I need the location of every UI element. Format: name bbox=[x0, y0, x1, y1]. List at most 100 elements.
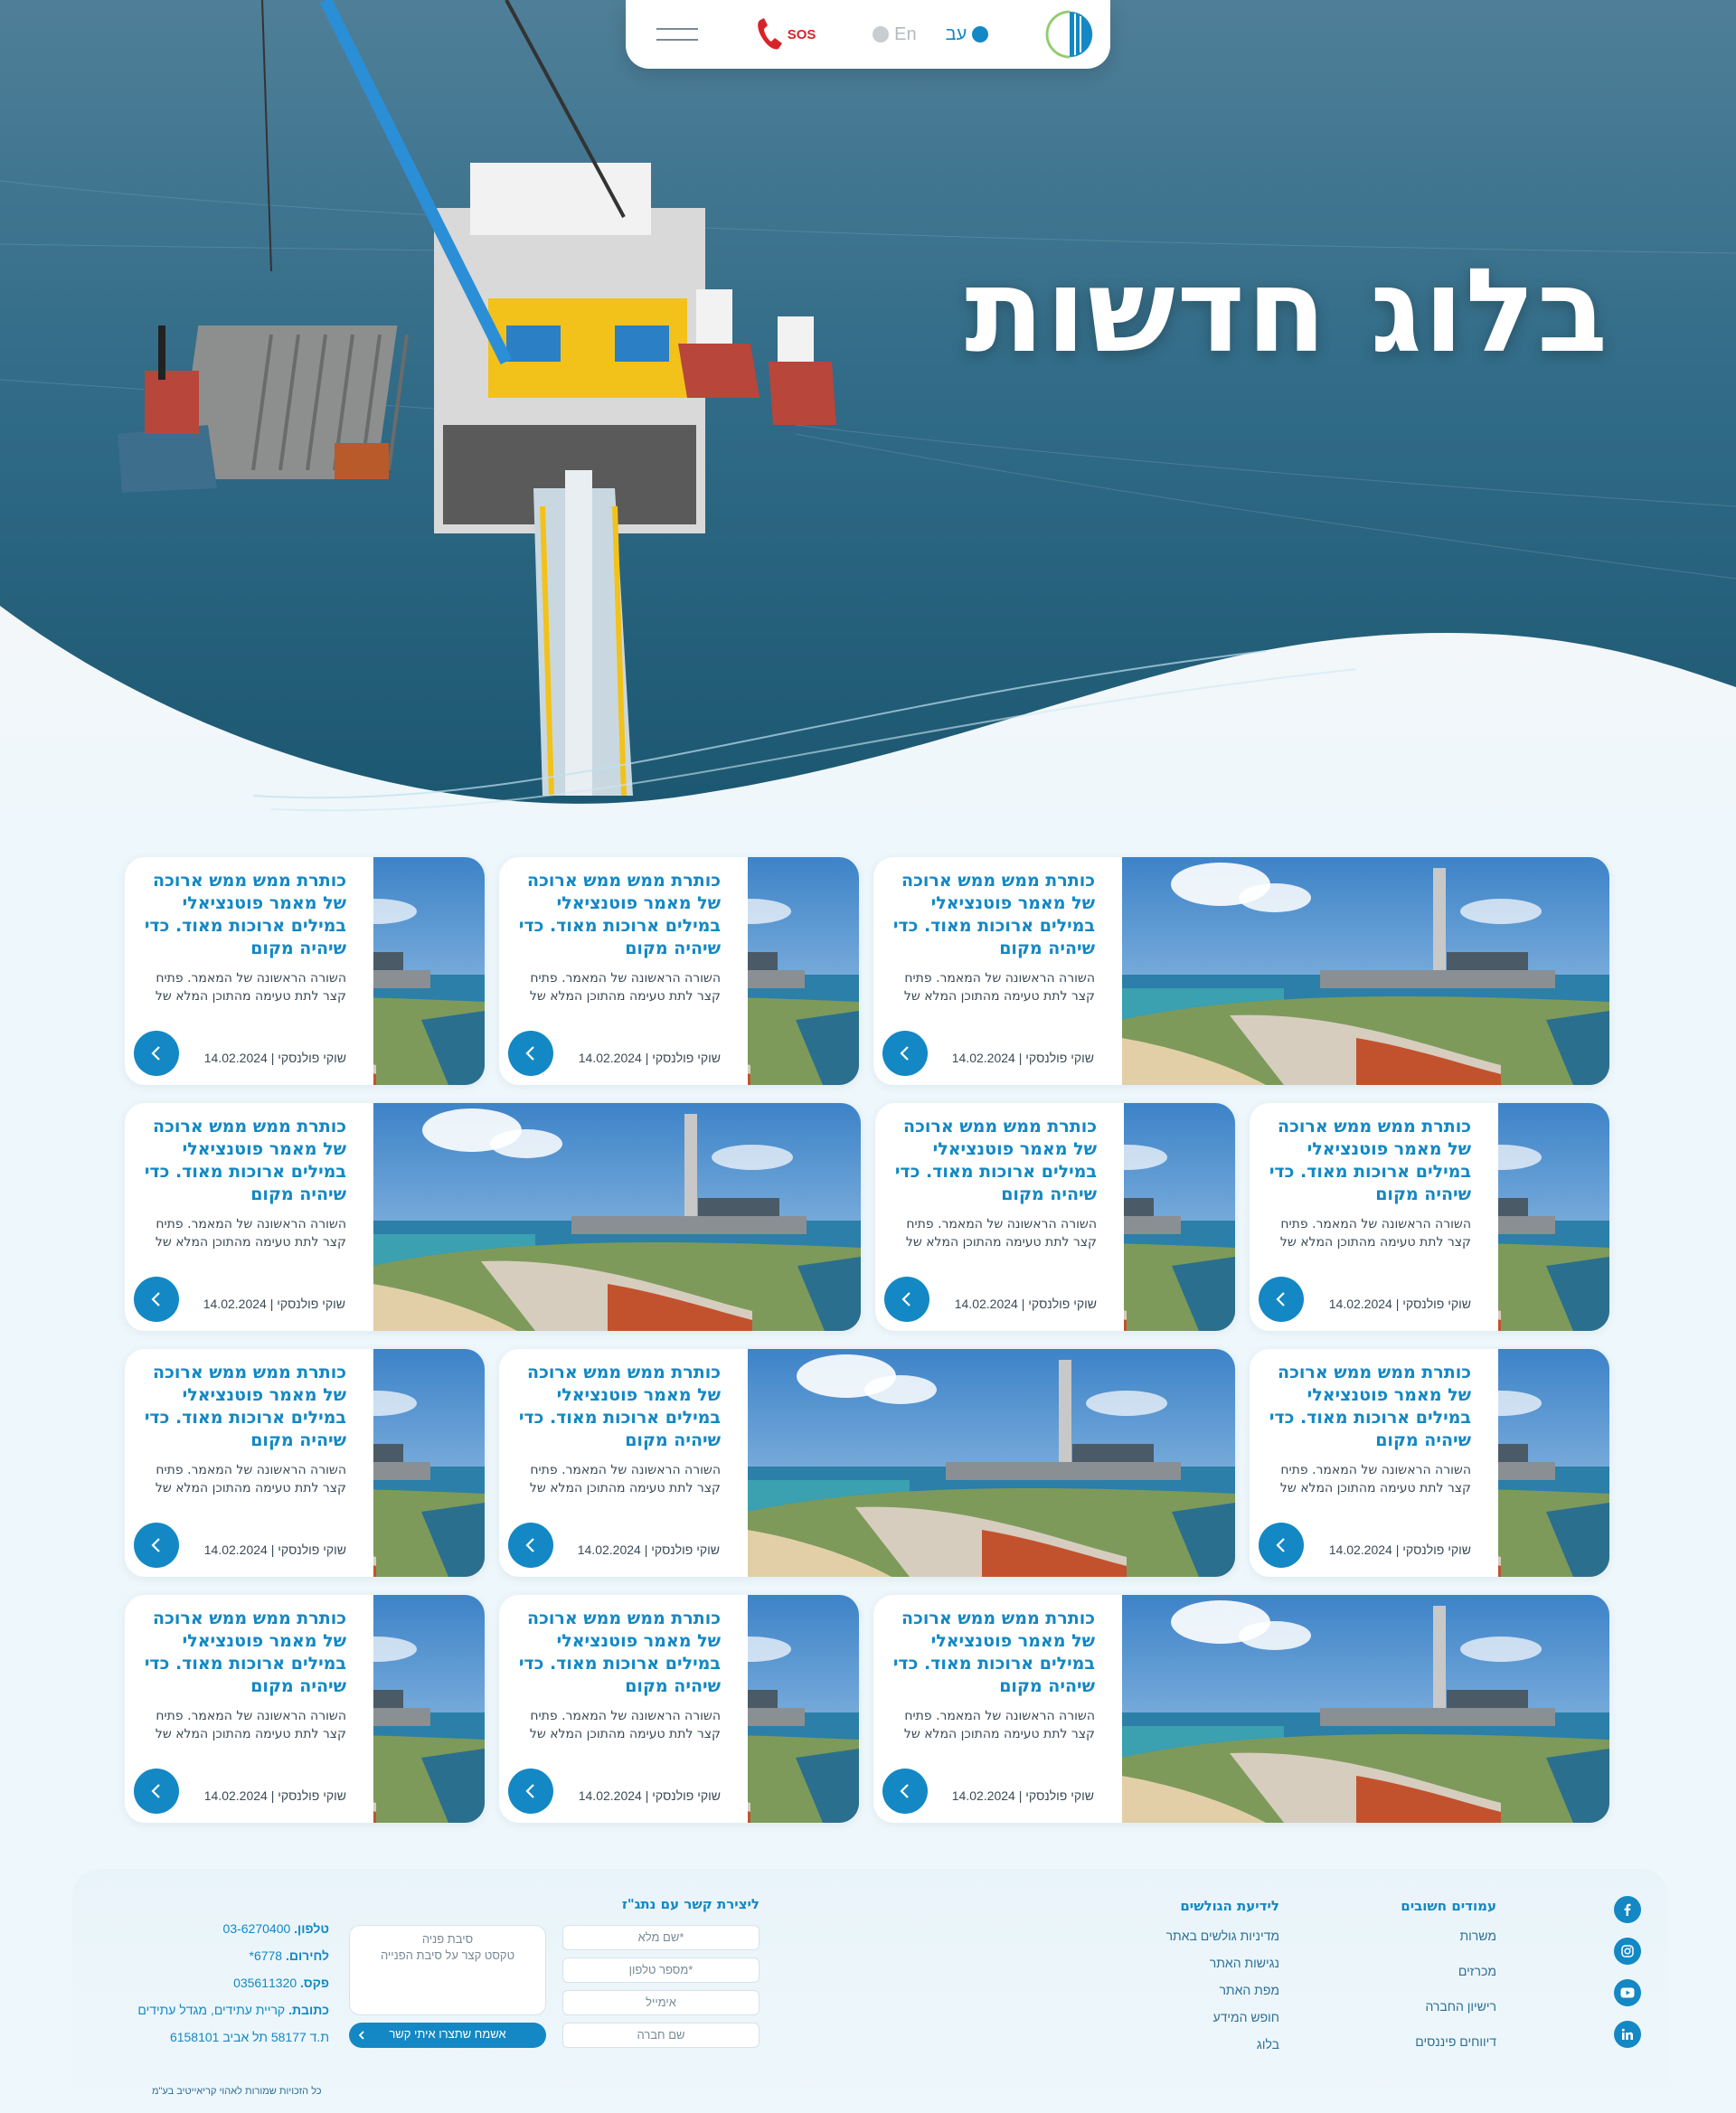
reason-placeholder: טקסט קצר על סיבת הפנייה bbox=[380, 1948, 515, 1962]
reason-textarea[interactable]: סיבת פניה טקסט קצר על סיבת הפנייה bbox=[349, 1925, 546, 2015]
copyright: כל הזכויות שמורות לאהוי קריאייטיב בע"מ bbox=[152, 2086, 322, 2097]
blog-card[interactable]: כותרת ממש ממש ארוכה של מאמר פוטנציאלי במ… bbox=[873, 1595, 1609, 1823]
card-arrow-button[interactable] bbox=[882, 1769, 928, 1814]
card-title: כותרת ממש ממש ארוכה של מאמר פוטנציאלי במ… bbox=[518, 871, 721, 958]
blog-card[interactable]: כותרת ממש ממש ארוכה של מאמר פוטנציאלי במ… bbox=[125, 857, 485, 1085]
card-date: 14.02.2024 bbox=[577, 1542, 641, 1557]
card-arrow-button[interactable] bbox=[508, 1031, 553, 1076]
card-excerpt: השורה הראשונה של המאמר. פתיח קצר לתת טעי… bbox=[155, 971, 346, 1004]
card-author: שוקי פולנסקי bbox=[278, 1788, 346, 1803]
blog-card[interactable]: כותרת ממש ממש ארוכה של מאמר פוטנציאלי במ… bbox=[125, 1349, 485, 1577]
blog-card[interactable]: כותרת ממש ממש ארוכה של מאמר פוטנציאלי במ… bbox=[125, 1595, 485, 1823]
card-meta: שוקי פולנסקי | 14.02.2024 bbox=[1328, 1542, 1471, 1557]
footer-link-license[interactable]: רישיון החברה bbox=[1352, 1997, 1496, 2015]
blog-card[interactable]: כותרת ממש ממש ארוכה של מאמר פוטנציאלי במ… bbox=[499, 857, 859, 1085]
card-image bbox=[373, 857, 485, 1085]
email-input[interactable]: אימייל bbox=[562, 1990, 760, 2015]
company-input[interactable]: שם חברה bbox=[562, 2023, 760, 2048]
company-logo[interactable] bbox=[1045, 10, 1094, 59]
linkedin-button[interactable] bbox=[1614, 2021, 1641, 2048]
blog-card[interactable]: כותרת ממש ממש ארוכה של מאמר פוטנציאלי במ… bbox=[1250, 1349, 1609, 1577]
card-arrow-button[interactable] bbox=[134, 1769, 179, 1814]
card-title: כותרת ממש ממש ארוכה של מאמר פוטנציאלי במ… bbox=[144, 871, 346, 958]
lang-he-label: עב bbox=[945, 24, 967, 44]
card-date: 14.02.2024 bbox=[954, 1297, 1018, 1311]
hero: בלוג חדשות bbox=[0, 0, 1736, 832]
card-arrow-button[interactable] bbox=[1259, 1523, 1304, 1568]
card-author: שוקי פולנסקי bbox=[651, 1542, 720, 1557]
card-arrow-button[interactable] bbox=[134, 1523, 179, 1568]
youtube-button[interactable] bbox=[1614, 1979, 1641, 2006]
card-arrow-button[interactable] bbox=[134, 1277, 179, 1322]
chevron-left-icon bbox=[151, 1538, 160, 1552]
card-arrow-button[interactable] bbox=[508, 1523, 553, 1568]
card-date: 14.02.2024 bbox=[203, 1788, 268, 1803]
card-author: שוקי פולנסקי bbox=[1402, 1297, 1471, 1311]
accessibility-heading: לידיעת הגולשים bbox=[1180, 1898, 1279, 1914]
card-date: 14.02.2024 bbox=[951, 1051, 1015, 1065]
card-image bbox=[373, 1595, 485, 1823]
blog-card[interactable]: כותרת ממש ממש ארוכה של מאמר פוטנציאלי במ… bbox=[499, 1349, 1235, 1577]
footer-link-blog[interactable]: בלוג bbox=[1117, 2035, 1279, 2053]
footer-link-financial-reports[interactable]: דיווחים פיננסים bbox=[1352, 2033, 1496, 2051]
footer-link-sitemap[interactable]: מפת האתר bbox=[1117, 1981, 1279, 1999]
blog-card[interactable]: כותרת ממש ממש ארוכה של מאמר פוטנציאלי במ… bbox=[1250, 1103, 1609, 1331]
menu-button[interactable] bbox=[656, 24, 698, 44]
phone-input[interactable]: *מספר טלפון bbox=[562, 1957, 760, 1983]
lang-en-option[interactable]: En bbox=[873, 24, 917, 45]
card-excerpt: השורה הראשונה של המאמר. פתיח קצר לתת טעי… bbox=[529, 1709, 721, 1741]
footer-link-accessibility[interactable]: נגישות האתר bbox=[1117, 1954, 1279, 1972]
card-excerpt: השורה הראשונה של המאמר. פתיח קצר לתת טעי… bbox=[903, 971, 1095, 1004]
sos-button[interactable]: SOS bbox=[755, 16, 816, 52]
card-author: שוקי פולנסקי bbox=[652, 1788, 721, 1803]
card-title: כותרת ממש ממש ארוכה של מאמר פוטנציאלי במ… bbox=[518, 1363, 721, 1450]
footer: עמודים חשובים משרות מכרזים רישיון החברה … bbox=[72, 1869, 1668, 2113]
instagram-button[interactable] bbox=[1614, 1938, 1641, 1965]
card-arrow-button[interactable] bbox=[508, 1769, 553, 1814]
full-name-input[interactable]: *שם מלא bbox=[562, 1925, 760, 1950]
card-author: שוקי פולנסקי bbox=[278, 1051, 346, 1065]
chevron-left-icon bbox=[358, 2031, 364, 2040]
card-date: 14.02.2024 bbox=[951, 1788, 1015, 1803]
card-meta: שוקי פולנסקי | 14.02.2024 bbox=[577, 1542, 720, 1557]
lang-en-label: En bbox=[894, 24, 917, 44]
card-date: 14.02.2024 bbox=[203, 1051, 268, 1065]
blog-card[interactable]: כותרת ממש ממש ארוכה של מאמר פוטנציאלי במ… bbox=[873, 857, 1609, 1085]
facebook-icon bbox=[1624, 1903, 1631, 1916]
footer-link-tenders[interactable]: מכרזים bbox=[1352, 1962, 1496, 1980]
card-image bbox=[1124, 1103, 1235, 1331]
hero-image bbox=[0, 0, 1736, 832]
facebook-button[interactable] bbox=[1614, 1896, 1641, 1923]
footer-link-jobs[interactable]: משרות bbox=[1352, 1927, 1497, 1945]
lang-he-option[interactable]: עב bbox=[946, 24, 989, 45]
card-meta: שוקי פולנסקי | 14.02.2024 bbox=[203, 1297, 345, 1311]
card-meta: שוקי פולנסקי | 14.02.2024 bbox=[951, 1051, 1094, 1065]
youtube-icon bbox=[1620, 1987, 1635, 1998]
blog-card[interactable]: כותרת ממש ממש ארוכה של מאמר פוטנציאלי במ… bbox=[125, 1103, 861, 1331]
page-title: בלוג חדשות bbox=[965, 244, 1609, 379]
contact-address: כתובת. קריית עתידים, מגדל עתידים bbox=[137, 2003, 329, 2017]
contact-fax: פקס. 035611320 bbox=[233, 1976, 329, 1990]
card-arrow-button[interactable] bbox=[134, 1031, 179, 1076]
card-title: כותרת ממש ממש ארוכה של מאמר פוטנציאלי במ… bbox=[892, 871, 1095, 958]
card-title: כותרת ממש ממש ארוכה של מאמר פוטנציאלי במ… bbox=[518, 1608, 721, 1696]
card-author: שוקי פולנסקי bbox=[1028, 1297, 1097, 1311]
card-title: כותרת ממש ממש ארוכה של מאמר פוטנציאלי במ… bbox=[144, 1608, 346, 1696]
chevron-left-icon bbox=[525, 1046, 534, 1061]
card-arrow-button[interactable] bbox=[882, 1031, 928, 1076]
reason-label: סיבת פניה bbox=[421, 1932, 474, 1946]
card-arrow-button[interactable] bbox=[884, 1277, 929, 1322]
submit-button[interactable]: אשמח שתצרו איתי קשר bbox=[349, 2023, 546, 2048]
chevron-left-icon bbox=[151, 1046, 160, 1061]
blog-card[interactable]: כותרת ממש ממש ארוכה של מאמר פוטנציאלי במ… bbox=[499, 1595, 859, 1823]
accessibility-column: לידיעת הגולשים מדיניות גולשים באתר נגישו… bbox=[1117, 1898, 1279, 2062]
contact-phone: טלפון. 03-6270400 bbox=[222, 1921, 329, 1936]
blog-card[interactable]: כותרת ממש ממש ארוכה של מאמר פוטנציאלי במ… bbox=[875, 1103, 1235, 1331]
card-arrow-button[interactable] bbox=[1259, 1277, 1304, 1322]
chevron-left-icon bbox=[151, 1784, 160, 1798]
footer-link-foi[interactable]: חופש המידע bbox=[1117, 2008, 1279, 2026]
card-date: 14.02.2024 bbox=[203, 1542, 268, 1557]
card-image bbox=[748, 857, 859, 1085]
card-image bbox=[1498, 1349, 1609, 1577]
footer-link-policy[interactable]: מדיניות גולשים באתר bbox=[1117, 1927, 1279, 1945]
